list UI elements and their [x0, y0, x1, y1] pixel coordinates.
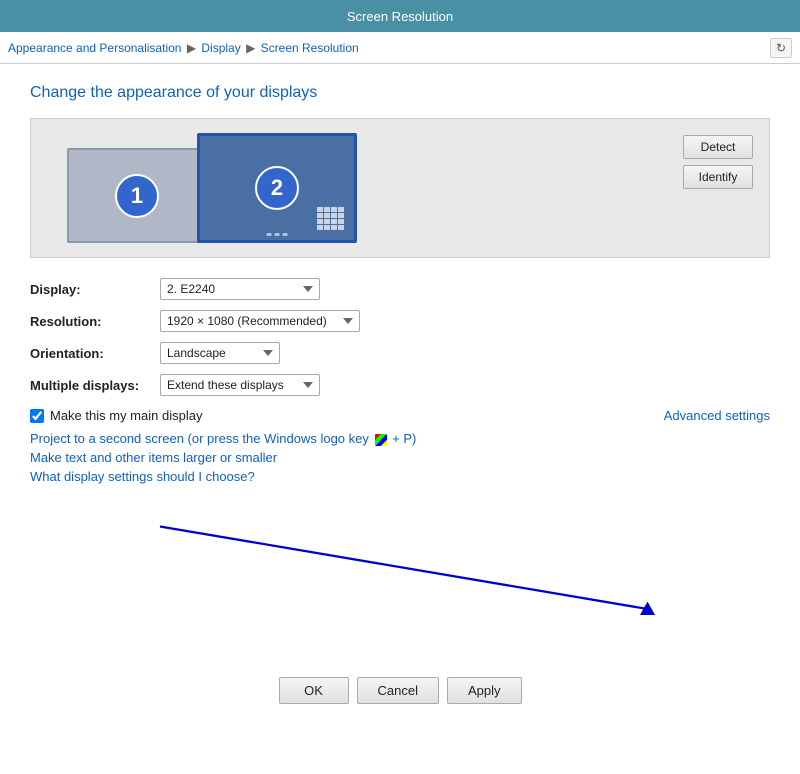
- ok-button[interactable]: OK: [279, 677, 349, 704]
- monitor-2-grid-icon: [317, 207, 344, 230]
- monitor-2[interactable]: 2: [197, 133, 357, 243]
- monitor-2-number: 2: [255, 166, 299, 210]
- page-heading: Change the appearance of your displays: [30, 84, 770, 102]
- display-select[interactable]: 2. E2240: [160, 278, 320, 300]
- project-to-second-screen-link[interactable]: Project to a second screen (or press the…: [30, 431, 770, 446]
- multiple-displays-row: Multiple displays: Extend these displays…: [30, 374, 770, 396]
- arrow-annotation: [30, 504, 770, 654]
- resolution-label: Resolution:: [30, 314, 160, 329]
- checkbox-left: Make this my main display: [30, 408, 202, 423]
- breadcrumb-text: Appearance and Personalisation ▶ Display…: [8, 41, 764, 55]
- resolution-select[interactable]: 1920 × 1080 (Recommended): [160, 310, 360, 332]
- multiple-displays-label: Multiple displays:: [30, 378, 160, 393]
- refresh-button[interactable]: ↻: [770, 38, 792, 58]
- bottom-buttons: OK Cancel Apply: [30, 677, 770, 714]
- display-row: Display: 2. E2240: [30, 278, 770, 300]
- display-label: Display:: [30, 282, 160, 297]
- text-size-link[interactable]: Make text and other items larger or smal…: [30, 450, 770, 465]
- links-section: Project to a second screen (or press the…: [30, 431, 770, 484]
- cancel-button[interactable]: Cancel: [357, 677, 439, 704]
- display-settings-help-link[interactable]: What display settings should I choose?: [30, 469, 770, 484]
- orientation-select[interactable]: Landscape Portrait Landscape (flipped) P…: [160, 342, 280, 364]
- resolution-row: Resolution: 1920 × 1080 (Recommended): [30, 310, 770, 332]
- monitor-1-number: 1: [115, 174, 159, 218]
- monitor-1[interactable]: 1: [67, 148, 207, 243]
- form-section: Display: 2. E2240 Resolution: 1920 × 108…: [30, 278, 770, 396]
- multiple-displays-select[interactable]: Extend these displays Duplicate these di…: [160, 374, 320, 396]
- title-bar: Screen Resolution: [0, 0, 800, 32]
- detect-identify-buttons: Detect Identify: [683, 135, 753, 189]
- detect-button[interactable]: Detect: [683, 135, 753, 159]
- links-section-wrapper: Project to a second screen (or press the…: [30, 431, 770, 657]
- main-display-checkbox[interactable]: [30, 409, 44, 423]
- orientation-label: Orientation:: [30, 346, 160, 361]
- display-preview-area: 1 2 Detect Identify: [30, 118, 770, 258]
- title-text: Screen Resolution: [347, 9, 453, 24]
- advanced-settings-link[interactable]: Advanced settings: [664, 408, 770, 423]
- checkbox-row: Make this my main display Advanced setti…: [30, 408, 770, 423]
- monitors-container: 1 2: [67, 133, 357, 243]
- monitor-2-dots-bottom: [267, 233, 288, 236]
- apply-button[interactable]: Apply: [447, 677, 522, 704]
- windows-logo-icon: [375, 434, 387, 446]
- main-content: Change the appearance of your displays 1…: [0, 64, 800, 774]
- address-bar: Appearance and Personalisation ▶ Display…: [0, 32, 800, 64]
- identify-button[interactable]: Identify: [683, 165, 753, 189]
- orientation-row: Orientation: Landscape Portrait Landscap…: [30, 342, 770, 364]
- main-display-label: Make this my main display: [50, 408, 202, 423]
